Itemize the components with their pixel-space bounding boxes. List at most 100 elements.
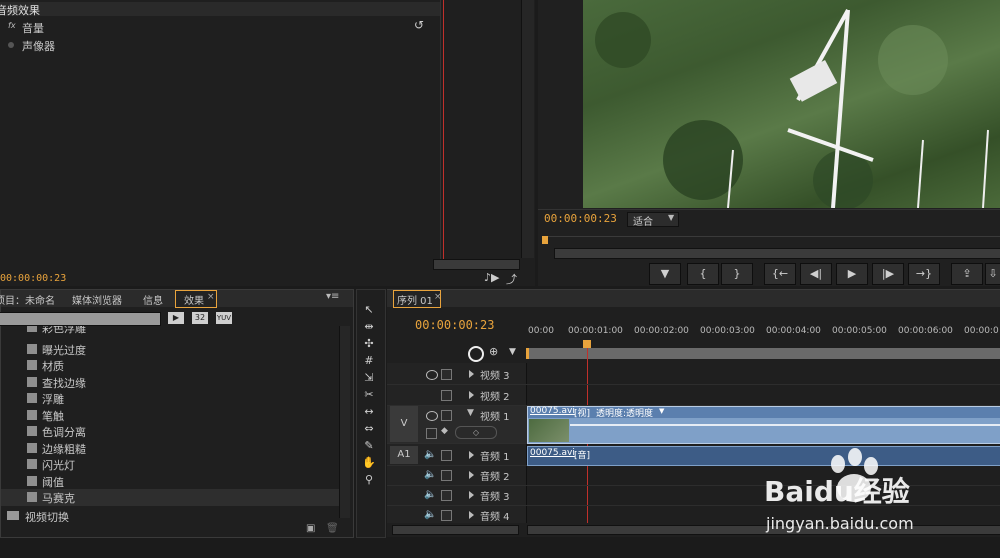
opacity-line[interactable] xyxy=(570,424,1000,426)
step-forward-button[interactable]: |▶ xyxy=(872,263,904,285)
effects-search-input[interactable] xyxy=(0,312,161,326)
reset-icon[interactable]: ↺ xyxy=(414,18,424,32)
lift-button[interactable]: ⇪ xyxy=(951,263,983,285)
track-select-tool-icon[interactable]: ⇹ xyxy=(360,320,378,334)
rate-stretch-tool-icon[interactable]: ⇲ xyxy=(360,371,378,385)
zoom-tool-icon[interactable]: ⚲ xyxy=(360,473,378,487)
play-audio-icon[interactable]: ♪▶ xyxy=(484,271,499,284)
expand-icon[interactable] xyxy=(469,511,474,519)
effect-scrollbar-v[interactable] xyxy=(521,0,534,258)
track-label: 音频 3 xyxy=(480,492,510,503)
ruler-tick-label: 00:00:04:00 xyxy=(766,326,821,336)
speaker-icon[interactable]: 🔈 xyxy=(424,489,436,500)
program-playhead-marker[interactable] xyxy=(542,236,548,244)
eye-icon[interactable] xyxy=(426,370,438,380)
extract-button[interactable]: ⇩ xyxy=(985,263,1000,285)
keyframe-icon[interactable]: ◆ xyxy=(441,426,448,436)
mark-out-button[interactable]: } xyxy=(721,263,753,285)
add-marker-icon[interactable]: ▼ xyxy=(509,347,516,357)
yuv-button[interactable]: YUV xyxy=(216,312,232,324)
lock-toggle[interactable] xyxy=(441,390,452,401)
effect-icon xyxy=(27,459,37,469)
program-zoom-bar[interactable] xyxy=(554,248,1000,259)
slide-tool-icon[interactable]: ⇔ xyxy=(360,422,378,436)
fx-toggle-disabled[interactable] xyxy=(8,42,14,48)
ruler-tick-label: 00:00 xyxy=(528,326,554,336)
effect-scrollbar-h[interactable] xyxy=(433,259,520,270)
rolling-edit-tool-icon[interactable]: # xyxy=(360,354,378,368)
folder-row[interactable]: 视频切换 xyxy=(1,508,339,522)
lock-toggle[interactable] xyxy=(441,410,452,421)
video-frame-illustration xyxy=(595,9,989,208)
chevron-down-icon[interactable]: ▼ xyxy=(659,407,664,415)
close-icon[interactable]: × xyxy=(207,292,215,302)
tab-project[interactable]: 项目：未命名 xyxy=(0,292,55,307)
selection-tool-icon[interactable]: ↖ xyxy=(360,303,378,317)
effects-scrollbar[interactable] xyxy=(339,326,350,518)
ripple-edit-tool-icon[interactable]: ✣ xyxy=(360,337,378,351)
trash-icon[interactable]: 🗑 xyxy=(326,523,339,534)
video-frame xyxy=(583,0,1000,208)
work-area-bar[interactable] xyxy=(526,348,1000,359)
tab-info[interactable]: 信息 xyxy=(143,292,163,307)
program-ruler[interactable] xyxy=(542,236,1000,247)
effect-row-volume[interactable]: fx 音量 xyxy=(0,19,440,35)
display-style-toggle[interactable] xyxy=(426,428,437,439)
tab-effects[interactable]: 效果 × xyxy=(175,290,217,308)
marker-icon[interactable]: ⊕ xyxy=(489,345,498,358)
lock-toggle[interactable] xyxy=(441,369,452,380)
expand-icon[interactable] xyxy=(469,491,474,499)
effect-icon xyxy=(27,377,37,387)
lock-toggle[interactable] xyxy=(441,490,452,501)
go-to-in-button[interactable]: {← xyxy=(764,263,796,285)
lock-toggle[interactable] xyxy=(441,450,452,461)
speaker-icon[interactable]: 🔈 xyxy=(424,469,436,480)
speaker-icon[interactable]: 🔈 xyxy=(424,449,436,460)
effect-icon xyxy=(27,393,37,403)
lock-toggle[interactable] xyxy=(441,510,452,521)
accelerated-effects-button[interactable]: ▶ xyxy=(168,312,184,324)
video-clip[interactable]: 00075.avi [视] 透明度:透明度 ▼ xyxy=(527,406,1000,444)
source-patch-a1[interactable]: A1 xyxy=(390,446,418,464)
effect-timecode[interactable]: 00:00:00:23 xyxy=(0,273,66,284)
chevron-down-icon[interactable]: ▼ xyxy=(467,408,474,418)
source-patch-v[interactable]: V xyxy=(390,406,418,442)
eye-icon[interactable] xyxy=(426,411,438,421)
export-icon[interactable]: ⤴ xyxy=(506,271,517,287)
expand-icon[interactable] xyxy=(469,370,474,378)
panel-menu-icon[interactable]: ▾≡ xyxy=(326,291,339,302)
tab-effects-label: 效果 xyxy=(184,296,204,307)
32bit-button[interactable]: 32 xyxy=(192,312,208,324)
fx-badge[interactable]: fx xyxy=(8,21,16,30)
mark-in-button[interactable]: { xyxy=(687,263,719,285)
timeline-scrollbar[interactable] xyxy=(392,525,519,535)
expand-icon[interactable] xyxy=(469,471,474,479)
lock-toggle[interactable] xyxy=(441,470,452,481)
snap-icon[interactable] xyxy=(468,346,484,362)
ruler-area[interactable]: 00:00 00:00:01:00 00:00:02:00 00:00:03:0… xyxy=(526,320,1000,362)
fit-select[interactable]: 适合 ▼ xyxy=(627,212,679,228)
slip-tool-icon[interactable]: ↔ xyxy=(360,405,378,419)
program-timecode[interactable]: 00:00:00:23 xyxy=(544,212,617,225)
new-bin-icon[interactable]: ▣ xyxy=(306,523,315,534)
close-icon[interactable]: × xyxy=(434,292,442,302)
play-button[interactable]: ▶ xyxy=(836,263,868,285)
hand-tool-icon[interactable]: ✋ xyxy=(360,456,378,470)
keyframe-nav[interactable]: ◇ xyxy=(455,426,497,439)
sequence-timecode[interactable]: 00:00:00:23 xyxy=(415,318,494,332)
expand-icon[interactable] xyxy=(469,451,474,459)
step-back-button[interactable]: ◀| xyxy=(800,263,832,285)
tab-media-browser[interactable]: 媒体浏览器 xyxy=(72,292,122,307)
work-area-start-marker[interactable] xyxy=(526,348,529,359)
sequence-playhead-head[interactable] xyxy=(583,340,591,348)
razor-tool-icon[interactable]: ✂ xyxy=(360,388,378,402)
go-to-out-button[interactable]: →} xyxy=(908,263,940,285)
effect-icon xyxy=(27,426,37,436)
add-marker-button[interactable]: ▼ xyxy=(649,263,681,285)
pen-tool-icon[interactable]: ✎ xyxy=(360,439,378,453)
expand-icon[interactable] xyxy=(469,391,474,399)
clip-effect-menu[interactable]: 透明度:透明度 xyxy=(596,406,653,419)
speaker-icon[interactable]: 🔈 xyxy=(424,509,436,520)
monitor-divider xyxy=(538,209,1000,210)
effect-row-panner[interactable]: 声像器 xyxy=(0,37,440,53)
